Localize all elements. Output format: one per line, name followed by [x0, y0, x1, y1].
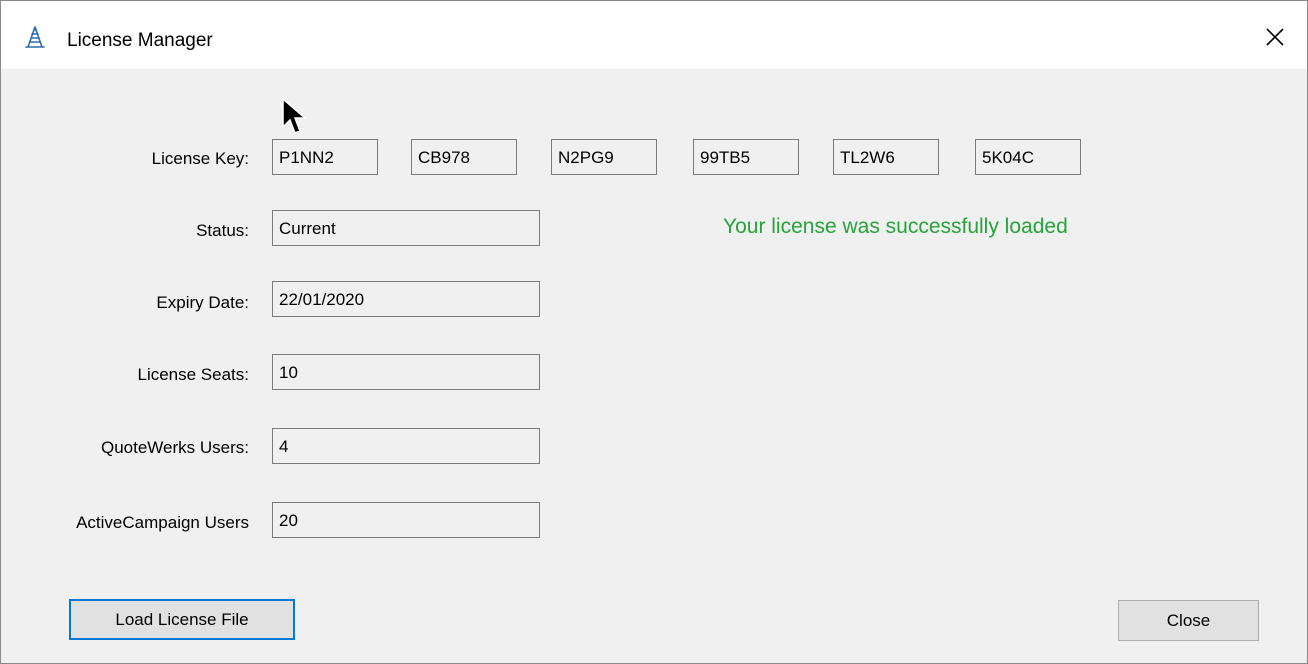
license-key-segment-2[interactable]: CB978	[411, 139, 517, 175]
activecampaign-users-field[interactable]: 20	[272, 502, 540, 538]
license-key-segment-4[interactable]: 99TB5	[693, 139, 799, 175]
status-label: Status:	[196, 221, 249, 240]
expiry-date-field[interactable]: 22/01/2020	[272, 281, 540, 317]
close-button[interactable]: Close	[1118, 600, 1259, 641]
mouse-pointer-icon	[282, 97, 307, 134]
activecampaign-users-label: ActiveCampaign Users	[76, 513, 249, 532]
load-license-file-button[interactable]: Load License File	[69, 599, 295, 640]
license-key-segment-5[interactable]: TL2W6	[833, 139, 939, 175]
quotewerks-users-field[interactable]: 4	[272, 428, 540, 464]
status-field[interactable]: Current	[272, 210, 540, 246]
license-seats-field[interactable]: 10	[272, 354, 540, 390]
expiry-date-label: Expiry Date:	[156, 293, 249, 312]
close-icon[interactable]	[1259, 21, 1291, 53]
license-seats-label: License Seats:	[137, 365, 249, 384]
tower-icon	[25, 26, 45, 48]
quotewerks-users-label: QuoteWerks Users:	[100, 438, 249, 457]
license-key-segment-3[interactable]: N2PG9	[551, 139, 657, 175]
window-title: License Manager	[67, 30, 213, 51]
license-manager-window: License Manager License Key: P1NN2 CB978…	[0, 0, 1308, 664]
success-message: Your license was successfully loaded	[723, 215, 1068, 238]
license-key-segment-1[interactable]: P1NN2	[272, 139, 378, 175]
license-key-label: License Key:	[151, 149, 249, 168]
title-bar: License Manager	[1, 1, 1307, 69]
license-key-segment-6[interactable]: 5K04C	[975, 139, 1081, 175]
